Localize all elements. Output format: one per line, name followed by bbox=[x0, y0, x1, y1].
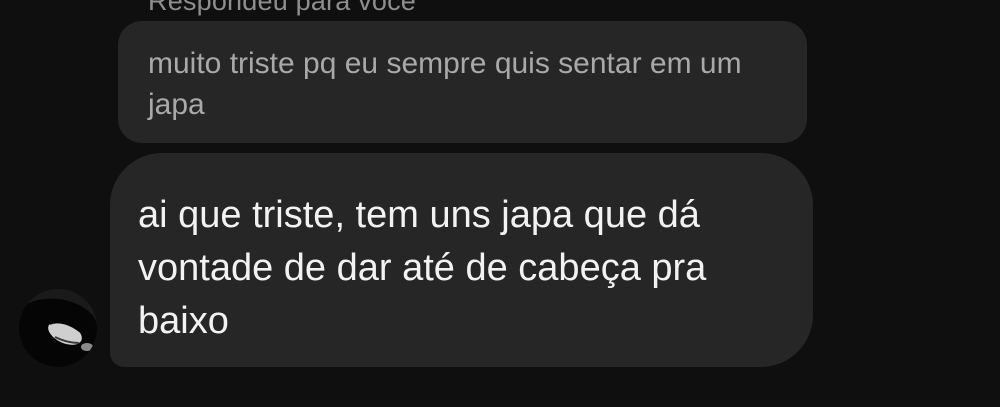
quoted-message-bubble[interactable]: muito triste pq eu sempre quis sentar em… bbox=[118, 21, 807, 143]
message-bubble[interactable]: ai que triste, tem uns japa que dá vonta… bbox=[110, 153, 813, 367]
reply-context-label: Respondeu para você bbox=[148, 0, 416, 16]
quoted-message-text: muito triste pq eu sempre quis sentar em… bbox=[148, 47, 742, 121]
sender-avatar[interactable] bbox=[19, 289, 97, 367]
avatar-photo-icon bbox=[19, 289, 97, 367]
message-text: ai que triste, tem uns japa que dá vonta… bbox=[138, 194, 707, 342]
dm-thread: Respondeu para você muito triste pq eu s… bbox=[0, 0, 1000, 407]
